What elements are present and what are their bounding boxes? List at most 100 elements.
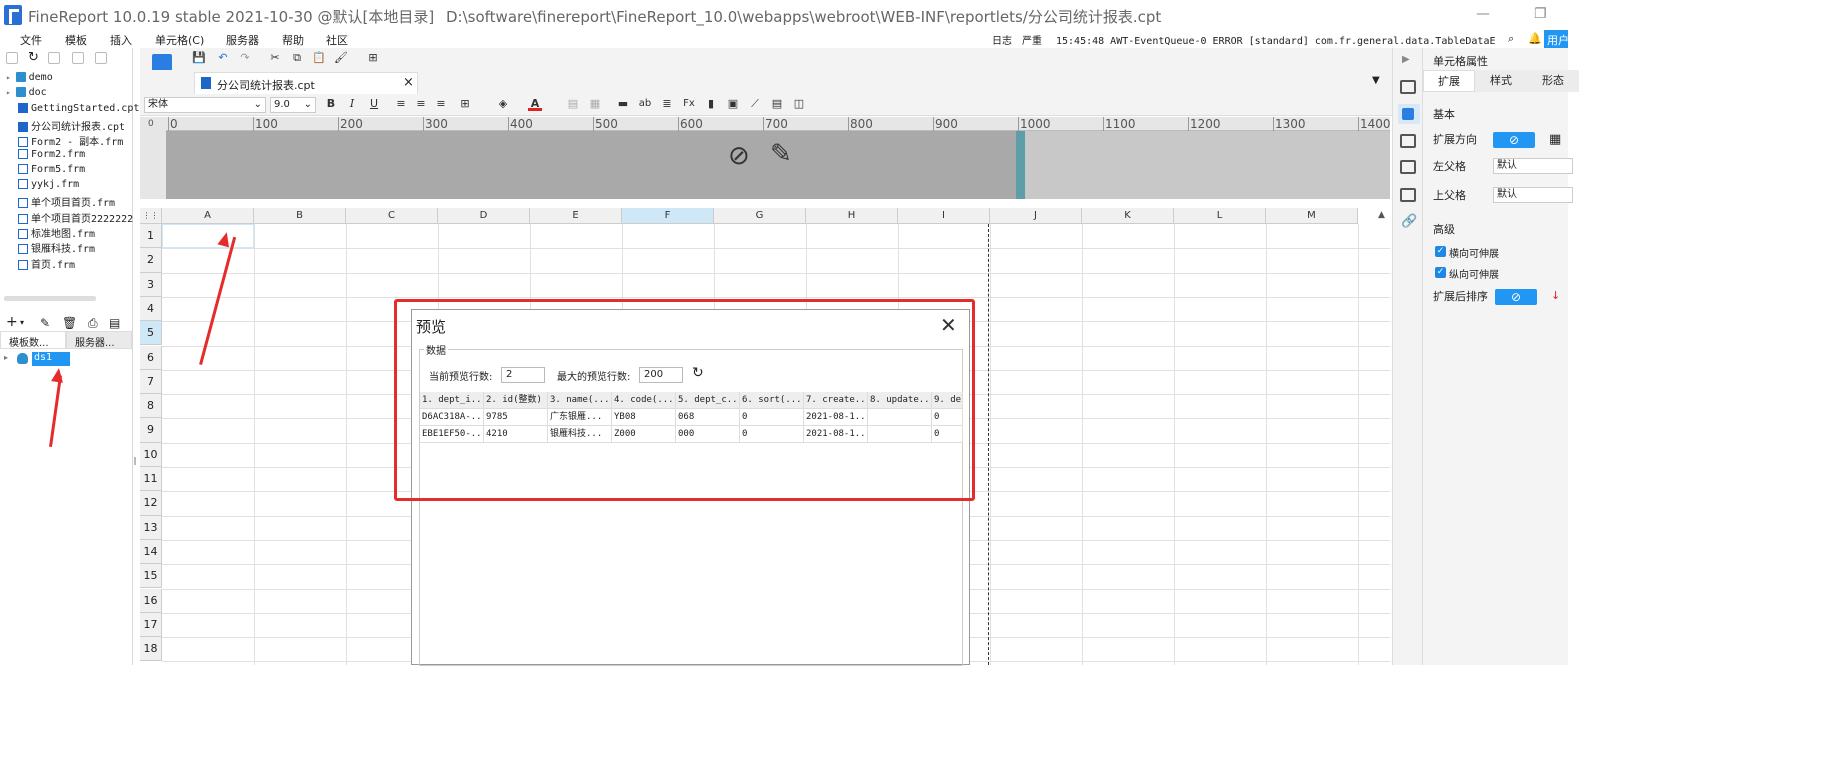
tree-item-folder[interactable]: ▸ doc (6, 87, 47, 102)
save-icon[interactable]: 💾 (192, 51, 206, 65)
find-icon[interactable]: ⊞ (366, 51, 380, 65)
tab-menu-icon[interactable]: ▼ (1372, 75, 1380, 86)
user-button[interactable]: 用户 (1544, 30, 1568, 48)
menu-help[interactable]: 帮助 (282, 32, 304, 48)
tree-item-frm[interactable]: 单个项目首页.frm (18, 194, 115, 209)
row-header[interactable]: 6 (140, 345, 162, 370)
link-icon[interactable]: 🔗 (1401, 214, 1417, 229)
chart-icon[interactable]: ▮ (704, 97, 718, 111)
selected-cell-a1[interactable] (162, 224, 254, 249)
column-header[interactable]: C (346, 208, 438, 224)
menu-server[interactable]: 服务器 (226, 32, 259, 48)
image-icon[interactable]: ▣ (726, 97, 740, 111)
expand-arrow-icon[interactable]: ▸ (6, 88, 16, 97)
subreport-icon[interactable]: ▤ (770, 97, 784, 111)
tab-server-data[interactable]: 服务器... (66, 331, 132, 349)
doc-tab[interactable]: 分公司统计报表.cpt × (194, 72, 418, 94)
new-folder-icon[interactable] (6, 52, 18, 64)
tree-item-frm[interactable]: 银雁科技.frm (18, 240, 95, 255)
trash-icon[interactable]: 🗑 (62, 316, 77, 330)
column-header[interactable]: H (806, 208, 898, 224)
expand-arrow-icon[interactable]: ▸ (4, 353, 8, 362)
preview-icon[interactable]: ⎙ (88, 316, 98, 331)
tree-item-frm[interactable]: Form2.frm (18, 148, 85, 164)
search-icon[interactable]: ⌕ (1508, 32, 1514, 46)
row-header[interactable]: 9 (140, 418, 162, 443)
eye-off-icon[interactable]: ⊘ (728, 141, 750, 171)
column-header[interactable]: J (990, 208, 1082, 224)
tree-item-frm[interactable]: yykj.frm (18, 179, 79, 194)
column-header[interactable]: I (898, 208, 990, 224)
underline-button[interactable]: U (367, 97, 381, 111)
tree-item-frm[interactable]: 首页.frm (18, 256, 75, 271)
rich-text-icon[interactable]: ≣ (660, 97, 674, 111)
row-header[interactable]: 17 (140, 612, 162, 638)
widget-setting-icon[interactable] (1400, 160, 1416, 174)
h-extend-checkbox[interactable]: ✓ (1435, 246, 1446, 257)
column-header[interactable]: M (1266, 208, 1358, 224)
sort-desc-icon[interactable]: ↓ (1551, 289, 1560, 302)
column-header[interactable]: L (1174, 208, 1266, 224)
row-header[interactable]: 11 (140, 467, 162, 492)
expand-arrow-icon[interactable]: ▸ (6, 73, 16, 82)
align-center-icon[interactable]: ≡ (414, 97, 428, 111)
tab-expand[interactable]: 扩展 (1423, 70, 1475, 92)
tab-form[interactable]: 形态 (1527, 70, 1579, 92)
tree-scrollbar[interactable] (4, 296, 96, 301)
menu-insert[interactable]: 插入 (110, 32, 132, 48)
log-label[interactable]: 日志 (992, 32, 1012, 47)
collapse-right-icon[interactable]: ▶ (1402, 54, 1410, 65)
column-header[interactable]: B (254, 208, 346, 224)
row-header[interactable]: 7 (140, 369, 162, 395)
fill-color-icon[interactable]: ◈ (496, 97, 510, 111)
copy-icon[interactable]: ⧉ (290, 51, 304, 65)
report-header-band[interactable]: ⊘ ✎ (166, 131, 1016, 199)
row-header[interactable]: 4 (140, 296, 162, 322)
column-header[interactable]: K (1082, 208, 1174, 224)
row-header[interactable]: 18 (140, 637, 162, 662)
move-icon[interactable] (72, 52, 84, 64)
copy-icon[interactable] (48, 52, 60, 64)
scroll-up-icon[interactable]: ▲ (1378, 210, 1385, 220)
column-header[interactable]: F (622, 208, 714, 224)
tree-item-folder[interactable]: ▸ demo (6, 72, 53, 87)
grid-direction-icon[interactable]: ▦ (1549, 132, 1561, 147)
menu-cell[interactable]: 单元格(C) (155, 32, 204, 48)
paste-icon[interactable]: 📋 (312, 51, 326, 65)
row-header[interactable]: 3 (140, 272, 162, 297)
undo-icon[interactable]: ↶ (216, 51, 230, 65)
font-color-icon[interactable]: A (528, 97, 542, 111)
row-header[interactable]: 15 (140, 564, 162, 589)
top-parent-field[interactable]: 默认 (1493, 187, 1573, 203)
border-icon[interactable]: ⊞ (458, 97, 472, 111)
select-all-corner[interactable]: ⋮⋮ (140, 208, 162, 224)
no-expand-button[interactable]: ⊘ (1493, 132, 1535, 148)
close-tab-icon[interactable]: × (403, 75, 414, 90)
unmerge-icon[interactable]: ▦ (588, 97, 602, 111)
minimize-icon[interactable]: — (1476, 6, 1490, 22)
tree-item-frm[interactable]: Form5.frm (18, 163, 85, 179)
text-icon[interactable]: ab (638, 97, 652, 111)
redo-icon[interactable]: ↷ (238, 51, 252, 65)
menu-community[interactable]: 社区 (326, 32, 348, 48)
align-left-icon[interactable]: ≡ (394, 97, 408, 111)
v-extend-checkbox[interactable]: ✓ (1435, 267, 1446, 278)
tab-template-data[interactable]: 模板数... (0, 331, 66, 349)
merge-icon[interactable]: ▤ (566, 97, 580, 111)
row-header[interactable]: 13 (140, 515, 162, 540)
align-right-icon[interactable]: ≡ (434, 97, 448, 111)
column-header[interactable]: G (714, 208, 806, 224)
tree-item-cpt[interactable]: GettingStarted.cpt (18, 102, 139, 118)
row-header[interactable]: 16 (140, 588, 162, 613)
row-header[interactable]: 5 (140, 321, 162, 346)
bold-button[interactable]: B (324, 97, 338, 111)
insert-row-icon[interactable]: ▬ (616, 97, 630, 111)
data-icon[interactable]: ▤ (109, 316, 120, 330)
menu-template[interactable]: 模板 (65, 32, 87, 48)
menu-file[interactable]: 文件 (20, 32, 42, 48)
tree-item-frm[interactable]: 标准地图.frm (18, 225, 95, 240)
row-header[interactable]: 2 (140, 248, 162, 273)
tree-item-frm[interactable]: 单个项目首页2222222 (18, 210, 133, 225)
chevron-down-icon[interactable]: ▾ (20, 318, 24, 327)
hyperlink-list-icon[interactable] (1400, 188, 1416, 202)
